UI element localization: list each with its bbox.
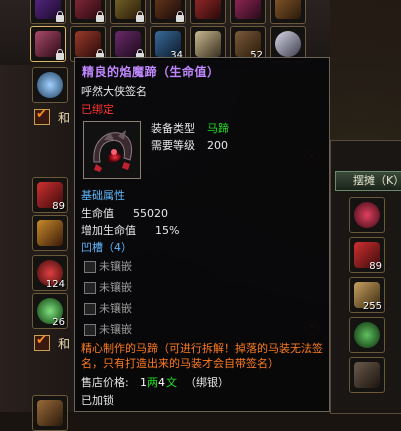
inventory-slot[interactable] [110, 0, 146, 24]
price-currency-type: （绑银） [185, 376, 229, 389]
empty-socket-icon [84, 303, 96, 315]
price-unit-liang: 两 [147, 376, 158, 389]
equip-type-label: 装备类型 [151, 122, 195, 135]
hp-percent-value: 15% [155, 224, 180, 237]
item-count: 26 [52, 317, 65, 328]
locked-status: 已加锁 [81, 394, 114, 407]
socket-groove-heading: 凹槽（4） [81, 241, 132, 254]
inventory-slot[interactable] [30, 0, 66, 24]
inventory-slot[interactable]: 124 [32, 255, 68, 291]
inventory-slot[interactable]: 255 [349, 277, 385, 313]
item-count: 89 [369, 261, 382, 272]
inventory-slot[interactable] [190, 0, 226, 24]
bound-status: 已绑定 [81, 103, 114, 116]
hp-label: 生命值 [81, 207, 114, 220]
left-item-column: 和 89 124 26 和 [0, 65, 78, 431]
he-label: 和 [58, 337, 71, 351]
price-amount-liang: 1 [140, 376, 147, 389]
item-count: 124 [45, 279, 65, 290]
he-label: 和 [58, 111, 71, 125]
lock-icon [136, 11, 144, 22]
inventory-slot[interactable]: 89 [32, 177, 68, 213]
inventory-slot[interactable] [150, 0, 186, 24]
inventory-slot[interactable]: 26 [32, 293, 68, 329]
checkbox[interactable] [34, 333, 50, 351]
price-unit-wen: 文 [166, 376, 177, 389]
required-level-label: 需要等级 [151, 139, 195, 152]
inventory-slot[interactable] [349, 357, 385, 393]
item-tooltip: 精良的焰魔蹄（生命值） 呼然大侠签名 已绑定 装备类型 马蹄 需要等级 200 … [74, 57, 330, 412]
lock-icon [96, 11, 104, 22]
inventory-slot-selected[interactable] [30, 26, 66, 62]
item-count: 89 [52, 201, 65, 212]
item-signature: 呼然大侠签名 [81, 85, 147, 98]
inventory-slot[interactable] [32, 67, 68, 103]
required-level-value: 200 [207, 139, 228, 152]
hp-percent-label: 增加生命值 [81, 224, 136, 237]
equip-type-value: 马蹄 [207, 122, 229, 135]
inventory-slot[interactable] [349, 317, 385, 353]
lock-icon [176, 11, 184, 22]
socket-status: 未镶嵌 [99, 302, 132, 315]
inventory-slot[interactable] [349, 197, 385, 233]
checkbox[interactable] [34, 107, 50, 125]
hp-value: 55020 [133, 207, 168, 220]
inventory-slot[interactable]: 89 [349, 237, 385, 273]
stall-tab[interactable]: 摆摊（K） [353, 172, 401, 188]
horseshoe-item-icon [83, 121, 141, 179]
empty-socket-icon [84, 261, 96, 273]
inventory-slot[interactable] [270, 0, 306, 24]
socket-status: 未镶嵌 [99, 323, 132, 336]
socket-status: 未镶嵌 [99, 260, 132, 273]
inventory-slot[interactable] [70, 0, 106, 24]
inventory-slot[interactable] [32, 215, 68, 251]
inventory-slot[interactable] [230, 0, 266, 24]
lock-icon [56, 11, 64, 22]
basic-attributes-heading: 基础属性 [81, 189, 125, 202]
empty-socket-icon [84, 282, 96, 294]
inventory-slot[interactable] [32, 395, 68, 431]
item-count: 255 [362, 301, 382, 312]
lock-icon [56, 49, 64, 60]
item-title: 精良的焰魔蹄（生命值） [82, 65, 220, 79]
empty-socket-icon [84, 324, 96, 336]
price-amount-wen: 4 [158, 376, 165, 389]
socket-status: 未镶嵌 [99, 281, 132, 294]
sell-price-label: 售店价格: [81, 376, 129, 389]
item-description: 精心制作的马蹄（可进行拆解！掉落的马装无法签名，只有打造出来的马装才会自带签名） [81, 342, 323, 370]
